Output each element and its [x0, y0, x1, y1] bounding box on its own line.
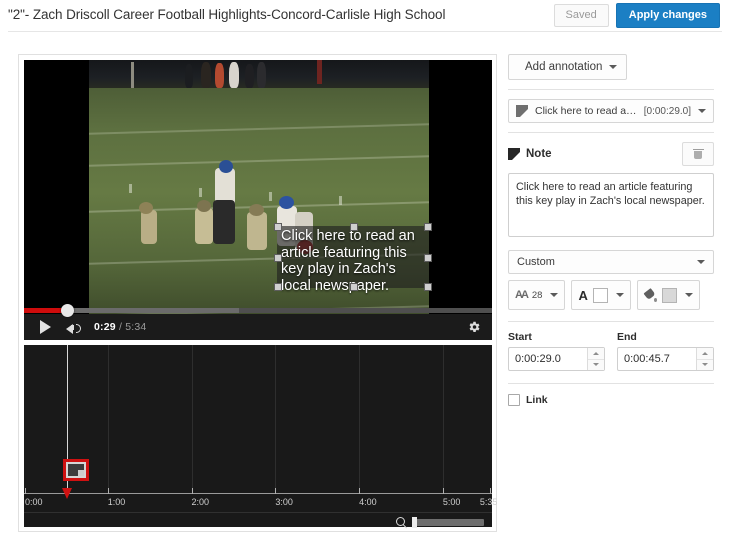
- total-time: 5:34: [125, 321, 147, 333]
- note-icon: [516, 105, 528, 117]
- format-toolbar: AA 28 A: [508, 280, 714, 310]
- text-color-swatch: [592, 287, 608, 303]
- start-decrement-button[interactable]: [588, 358, 604, 370]
- end-time-stepper[interactable]: [617, 347, 714, 371]
- add-annotation-label: Add annotation: [525, 61, 603, 73]
- play-icon[interactable]: [40, 320, 51, 334]
- gear-icon[interactable]: [467, 320, 481, 334]
- apply-changes-button[interactable]: Apply changes: [615, 3, 720, 28]
- font-size-value: 28: [531, 289, 543, 301]
- font-size-button[interactable]: AA 28: [508, 280, 566, 310]
- annotation-list-item[interactable]: Click here to read an article... [0:00:2…: [508, 99, 714, 123]
- player-panel: Click here to read an article featuring …: [18, 54, 497, 532]
- note-panel-title: Note: [526, 148, 552, 160]
- resize-handle-middle-right[interactable]: [424, 254, 432, 262]
- start-time-label: Start: [508, 331, 532, 343]
- timeline-annotation-block[interactable]: [63, 459, 90, 481]
- sidebar-divider: [508, 132, 714, 133]
- end-time-input[interactable]: [618, 348, 696, 370]
- start-time-group: Start: [508, 331, 605, 371]
- start-time-input[interactable]: [509, 348, 587, 370]
- time-separator: /: [115, 321, 126, 333]
- resize-handle-top-right[interactable]: [424, 223, 432, 231]
- timing-controls: Start End: [508, 331, 714, 371]
- start-stepper-buttons: [587, 348, 604, 370]
- end-time-group: End: [617, 331, 714, 371]
- timeline-tick-label: 5:35: [479, 497, 498, 507]
- page-title: "2"- Zach Driscoll Career Football Highl…: [8, 7, 446, 22]
- sidebar-divider: [508, 321, 714, 322]
- link-option-row[interactable]: Link: [508, 394, 714, 406]
- annotation-item-timestamp: [0:00:29.0]: [643, 105, 691, 117]
- chevron-down-icon[interactable]: [698, 109, 706, 113]
- resize-handle-bottom-right[interactable]: [424, 283, 432, 291]
- annotation-editor-page: "2"- Zach Driscoll Career Football Highl…: [0, 0, 730, 542]
- video-player[interactable]: Click here to read an article featuring …: [24, 60, 492, 340]
- end-decrement-button[interactable]: [697, 358, 713, 370]
- timeline-zoom-control: [396, 517, 484, 529]
- annotation-item-label: Click here to read an article...: [535, 105, 637, 117]
- timeline-separator: [24, 512, 492, 513]
- note-icon: [508, 148, 520, 160]
- trash-icon: [692, 148, 704, 160]
- timeline-ruler: [24, 493, 492, 494]
- annotation-sidebar: plus-icon Add annotation Click here to r…: [508, 54, 714, 406]
- font-size-icon: AA: [515, 289, 529, 301]
- chevron-down-icon: [697, 260, 705, 264]
- chevron-down-icon: [550, 293, 559, 297]
- link-checkbox[interactable]: [508, 394, 520, 406]
- resize-handle-top-left[interactable]: [274, 223, 282, 231]
- resize-handle-top-middle[interactable]: [350, 223, 358, 231]
- annotation-timeline[interactable]: 0:00 1:00 2:00 3:00 4:00 5:00 5:35: [24, 345, 497, 529]
- player-controls: 0:29 / 5:34: [24, 304, 492, 340]
- header-actions: Saved Apply changes: [553, 3, 720, 28]
- timeline-zoom-slider[interactable]: [412, 517, 484, 528]
- resize-handle-bottom-left[interactable]: [274, 283, 282, 291]
- chevron-down-icon: [615, 293, 624, 297]
- volume-icon[interactable]: [66, 321, 86, 334]
- timeline-zoom-handle[interactable]: [412, 517, 417, 528]
- fill-color-button[interactable]: [636, 280, 700, 310]
- sidebar-divider: [508, 383, 714, 384]
- header-divider: [8, 31, 722, 32]
- progress-scrubber-handle[interactable]: [61, 304, 75, 317]
- timeline-tick-label: 5:00: [442, 497, 461, 507]
- timeline-tick-label: 4:00: [359, 497, 377, 507]
- timeline-tick-label: 2:00: [191, 497, 210, 507]
- resize-handle-middle-left[interactable]: [274, 254, 282, 262]
- delete-annotation-button[interactable]: [682, 142, 714, 166]
- link-label: Link: [526, 394, 548, 406]
- text-color-button[interactable]: A: [571, 280, 631, 310]
- text-color-icon: A: [578, 287, 588, 303]
- resize-handle-bottom-middle[interactable]: [350, 283, 358, 291]
- annotation-style-value: Custom: [517, 256, 555, 268]
- chevron-down-icon: [609, 65, 618, 69]
- timeline-tick-label: 0:00: [25, 497, 43, 507]
- annotation-style-select[interactable]: Custom: [508, 250, 714, 274]
- note-text-input[interactable]: [508, 173, 714, 237]
- current-time: 0:29: [94, 321, 116, 333]
- time-display: 0:29 / 5:34: [94, 321, 146, 333]
- timeline-grid: [24, 345, 492, 493]
- saved-button[interactable]: Saved: [553, 4, 609, 27]
- start-time-stepper[interactable]: [508, 347, 605, 371]
- timeline-tick-label: 3:00: [275, 497, 293, 507]
- fill-color-swatch: [661, 287, 677, 303]
- note-panel-header: Note: [508, 142, 714, 166]
- progress-bar[interactable]: [24, 304, 492, 317]
- video-frame: Click here to read an article featuring …: [24, 60, 492, 320]
- sidebar-divider: [508, 89, 714, 90]
- chevron-down-icon: [684, 293, 693, 297]
- end-stepper-buttons: [696, 348, 713, 370]
- start-increment-button[interactable]: [588, 348, 604, 359]
- video-annotation-overlay[interactable]: Click here to read an article featuring …: [274, 223, 432, 294]
- timeline-position-marker[interactable]: [62, 488, 73, 499]
- end-increment-button[interactable]: [697, 348, 713, 359]
- page-header: "2"- Zach Driscoll Career Football Highl…: [0, 0, 730, 29]
- paint-bucket-icon: [643, 287, 657, 302]
- magnifier-icon: [396, 517, 407, 529]
- timeline-tick-label: 1:00: [107, 497, 126, 507]
- end-time-label: End: [617, 331, 637, 343]
- add-annotation-button[interactable]: plus-icon Add annotation: [508, 54, 628, 80]
